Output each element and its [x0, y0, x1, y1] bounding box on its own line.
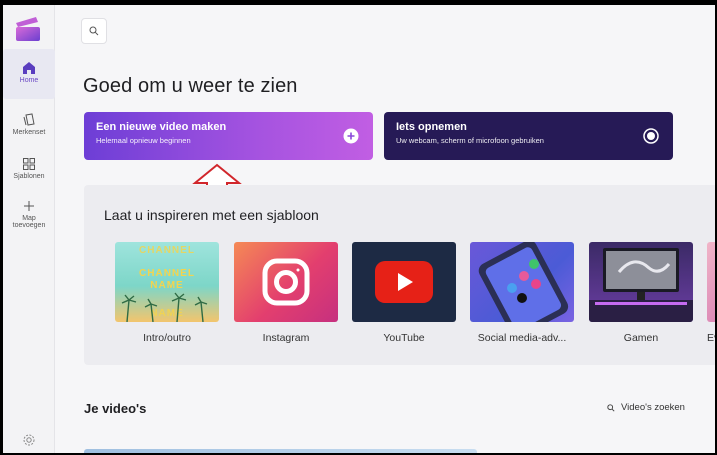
brand-kit-icon: [22, 113, 36, 127]
template-evenementen[interactable]: Ev: [707, 242, 715, 344]
thumbnail-text: CHANNEL: [139, 268, 195, 279]
card-title: Een nieuwe video maken: [96, 121, 227, 133]
template-gamen[interactable]: Gamen: [589, 242, 693, 344]
template-thumbnail: [589, 242, 693, 322]
template-label: Intro/outro: [143, 332, 191, 344]
palm-trees-icon: [121, 292, 208, 322]
plus-icon: [22, 199, 36, 213]
gaming-setup-icon: [589, 248, 693, 322]
search-button[interactable]: [81, 18, 107, 44]
app-window: Home Merkenset Sjablonen Map toevoegen G…: [3, 5, 715, 453]
sidebar-item-merkenset[interactable]: Merkenset: [3, 107, 55, 136]
phone-apps-icon: [478, 242, 569, 322]
template-thumbnail: [352, 242, 456, 322]
sidebar-item-label: Merkenset: [12, 129, 46, 136]
settings-gear-icon[interactable]: [22, 433, 36, 447]
instagram-logo-icon: [262, 258, 310, 306]
card-subtitle: Uw webcam, scherm of microfoon gebruiken: [396, 136, 544, 145]
template-label: Ev: [707, 332, 715, 344]
template-thumbnail: [234, 242, 338, 322]
sidebar-item-label: toevoegen: [12, 222, 46, 229]
sidebar-item-label: Map: [22, 215, 36, 222]
video-thumbnail[interactable]: [84, 449, 477, 453]
template-instagram[interactable]: Instagram: [234, 242, 338, 344]
template-thumbnail: [470, 242, 574, 322]
youtube-logo-icon: [375, 261, 433, 303]
template-social-media[interactable]: Social media-adv...: [470, 242, 574, 344]
clipchamp-logo-icon: [16, 17, 40, 41]
sidebar: Home Merkenset Sjablonen Map toevoegen: [3, 5, 55, 453]
template-thumbnail: CHANNEL CHANNEL NAME NAME: [115, 242, 219, 322]
screenshot-frame: Home Merkenset Sjablonen Map toevoegen G…: [0, 0, 717, 455]
search-icon: [89, 26, 99, 36]
video-search-label: Video's zoeken: [621, 402, 685, 413]
search-icon: [607, 403, 615, 412]
record-something-button[interactable]: Iets opnemen Uw webcam, scherm of microf…: [384, 112, 673, 160]
template-intro-outro[interactable]: CHANNEL CHANNEL NAME NAME Intro/outro: [115, 242, 219, 344]
home-icon: [22, 61, 36, 75]
sidebar-item-home[interactable]: Home: [3, 49, 55, 99]
card-subtitle: Helemaal opnieuw beginnen: [96, 136, 191, 145]
template-label: Social media-adv...: [477, 332, 567, 344]
templates-panel: Laat u inspireren met een sjabloon CHANN…: [84, 185, 715, 365]
page-title: Goed om u weer te zien: [83, 75, 298, 97]
templates-heading: Laat u inspireren met een sjabloon: [104, 207, 319, 223]
videos-heading: Je video's: [84, 401, 147, 416]
sidebar-item-map-toevoegen[interactable]: Map toevoegen: [3, 197, 55, 229]
sidebar-item-label: Sjablonen: [13, 173, 45, 180]
card-title: Iets opnemen: [396, 121, 467, 133]
template-label: YouTube: [383, 332, 425, 344]
sidebar-item-label: Home: [19, 77, 39, 84]
record-icon: [643, 128, 659, 144]
template-label: Gamen: [623, 332, 659, 344]
create-new-video-button[interactable]: Een nieuwe video maken Helemaal opnieuw …: [84, 112, 373, 160]
video-search-button[interactable]: Video's zoeken: [607, 402, 685, 413]
sidebar-item-sjablonen[interactable]: Sjablonen: [3, 153, 55, 180]
template-label: Instagram: [262, 332, 310, 344]
plus-circle-icon: [343, 128, 359, 144]
template-thumbnail: [707, 242, 715, 322]
template-youtube[interactable]: YouTube: [352, 242, 456, 344]
thumbnail-text: CHANNEL: [139, 245, 195, 256]
templates-icon: [22, 157, 36, 171]
